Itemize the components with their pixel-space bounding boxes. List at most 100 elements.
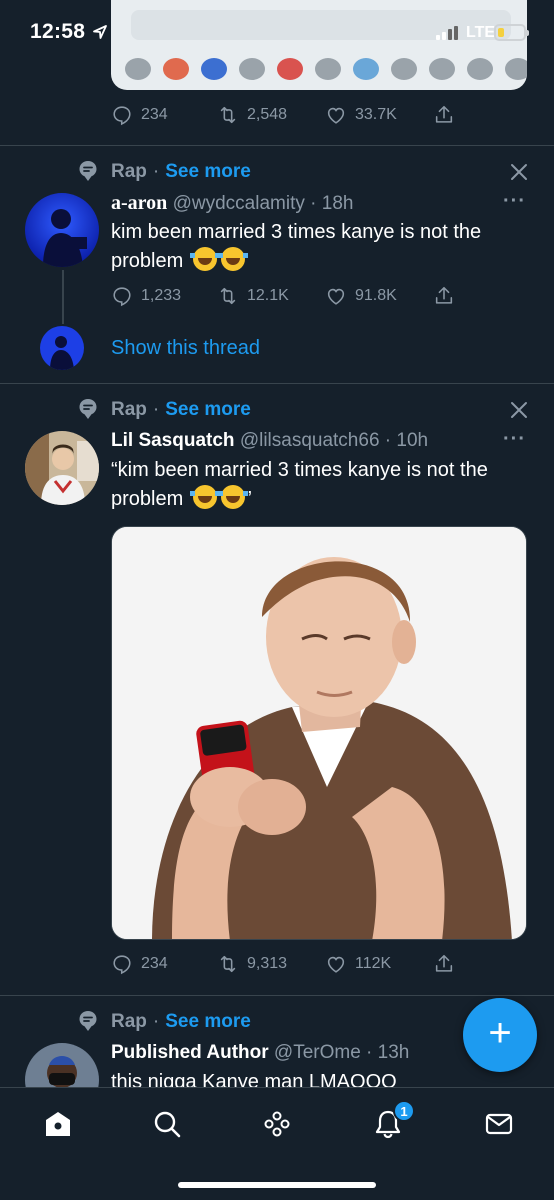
- tweet-text: “kim been married 3 times kanye is not t…: [111, 456, 531, 514]
- topic-separator: ·: [152, 161, 160, 182]
- home-icon: [46, 1112, 70, 1136]
- nav-home[interactable]: [42, 1108, 74, 1140]
- nav-messages[interactable]: [483, 1108, 515, 1140]
- show-thread-link[interactable]: Show this thread: [111, 337, 260, 360]
- thread-avatar[interactable]: [40, 326, 84, 370]
- tweet-text-content: “kim been married 3 times kanye is not t…: [111, 459, 488, 510]
- laughing-emoji: [189, 485, 220, 509]
- divider: [0, 145, 554, 146]
- compose-plus-icon: +: [488, 1011, 512, 1055]
- compose-tweet-button[interactable]: +: [463, 998, 537, 1072]
- topic-separator: ·: [152, 399, 160, 420]
- like-button[interactable]: 33.7K: [325, 104, 397, 126]
- tweet-time: · 13h: [366, 1042, 410, 1063]
- home-indicator[interactable]: [178, 1182, 376, 1188]
- divider: [0, 995, 554, 996]
- topic-separator: ·: [152, 1011, 160, 1032]
- reply-icon: [113, 287, 131, 307]
- share-icon: [435, 954, 453, 972]
- retweet-count: 12.1K: [247, 287, 289, 304]
- see-more-link[interactable]: See more: [165, 161, 251, 183]
- display-name[interactable]: a-aron: [111, 192, 167, 214]
- avatar[interactable]: [25, 193, 99, 267]
- like-count: 91.8K: [355, 287, 397, 304]
- search-icon: [154, 1111, 181, 1138]
- thread-line: [62, 270, 64, 324]
- retweet-count: 2,548: [247, 106, 288, 123]
- tweet-image[interactable]: [111, 526, 527, 940]
- close-icon[interactable]: [509, 162, 529, 182]
- retweet-icon: [220, 287, 236, 305]
- tweet-text: kim been married 3 times kanye is not th…: [111, 218, 531, 276]
- tweet-header: Published Author @TerOme · 13h: [111, 1042, 409, 1064]
- user-handle[interactable]: @lilsasquatch66: [240, 430, 380, 451]
- retweet-button[interactable]: 2,548: [217, 104, 287, 126]
- signal-icon: [436, 26, 458, 40]
- display-name[interactable]: Lil Sasquatch: [111, 430, 235, 451]
- battery-icon: [494, 24, 529, 41]
- close-icon[interactable]: [509, 400, 529, 420]
- reply-count: 234: [141, 955, 168, 972]
- location-arrow-icon: [93, 25, 107, 39]
- nav-spaces[interactable]: [261, 1108, 293, 1140]
- tweet-actions: 1,233 12.1K 91.8K: [111, 285, 527, 309]
- share-icon: [435, 105, 453, 123]
- topic-icon: [79, 161, 97, 181]
- divider: [0, 383, 554, 384]
- retweet-button[interactable]: 12.1K: [217, 285, 289, 307]
- see-more-link[interactable]: See more: [165, 1011, 251, 1033]
- topic-icon: [79, 399, 97, 419]
- more-options-icon[interactable]: ···: [503, 190, 526, 213]
- tweet-time: · 18h: [310, 193, 354, 214]
- tweet-actions: 234 2,548 33.7K: [111, 104, 527, 128]
- share-button[interactable]: [433, 104, 455, 126]
- reply-icon: [113, 106, 131, 126]
- tweet-header: Lil Sasquatch @lilsasquatch66 · 10h: [111, 430, 428, 452]
- heart-icon: [327, 956, 345, 973]
- like-button[interactable]: 112K: [325, 953, 391, 975]
- topic-name[interactable]: Rap: [111, 161, 147, 183]
- user-handle[interactable]: @TerOme: [274, 1042, 361, 1063]
- topic-context: Rap · See more: [111, 161, 251, 183]
- topic-context: Rap · See more: [111, 1011, 251, 1033]
- display-name[interactable]: Published Author: [111, 1042, 269, 1063]
- spaces-icon: [264, 1111, 290, 1137]
- tweet-text-content: kim been married 3 times kanye is not th…: [111, 221, 482, 272]
- retweet-icon: [220, 106, 236, 124]
- like-count: 112K: [355, 955, 392, 972]
- laughing-emoji: [217, 247, 248, 271]
- heart-icon: [327, 288, 345, 305]
- avatar[interactable]: [25, 431, 99, 505]
- topic-name[interactable]: Rap: [111, 399, 147, 421]
- status-time: 12:58: [30, 20, 86, 43]
- share-button[interactable]: [433, 953, 455, 975]
- tweet-actions: 234 9,313 112K: [111, 953, 527, 977]
- tweet-time: · 10h: [384, 430, 429, 451]
- see-more-link[interactable]: See more: [165, 399, 251, 421]
- reply-button[interactable]: 234: [111, 953, 168, 975]
- messages-icon: [485, 1113, 513, 1135]
- network-label: LTE: [466, 24, 496, 41]
- laughing-emoji: [189, 247, 220, 271]
- status-bar: 12:58 LTE: [0, 0, 554, 66]
- topic-context: Rap · See more: [111, 399, 251, 421]
- reply-count: 1,233: [141, 287, 182, 304]
- topic-name[interactable]: Rap: [111, 1011, 147, 1033]
- reply-button[interactable]: 1,233: [111, 285, 181, 307]
- nav-search[interactable]: [151, 1108, 183, 1140]
- timeline-screen: 12:58 LTE 234 2,548 33.7K Rap · See more…: [0, 0, 554, 1200]
- reply-count: 234: [141, 106, 168, 123]
- like-button[interactable]: 91.8K: [325, 285, 397, 307]
- topic-icon: [79, 1011, 97, 1031]
- retweet-icon: [220, 955, 236, 973]
- share-button[interactable]: [433, 285, 455, 307]
- like-count: 33.7K: [355, 106, 397, 123]
- retweet-button[interactable]: 9,313: [217, 953, 287, 975]
- user-handle[interactable]: @wydccalamity: [173, 193, 305, 214]
- share-icon: [435, 286, 453, 304]
- notifications-badge: 1: [393, 1100, 415, 1122]
- more-options-icon[interactable]: ···: [503, 428, 526, 451]
- reply-button[interactable]: 234: [111, 104, 168, 126]
- tweet-header: a-aron @wydccalamity · 18h: [111, 192, 353, 215]
- heart-icon: [327, 107, 345, 124]
